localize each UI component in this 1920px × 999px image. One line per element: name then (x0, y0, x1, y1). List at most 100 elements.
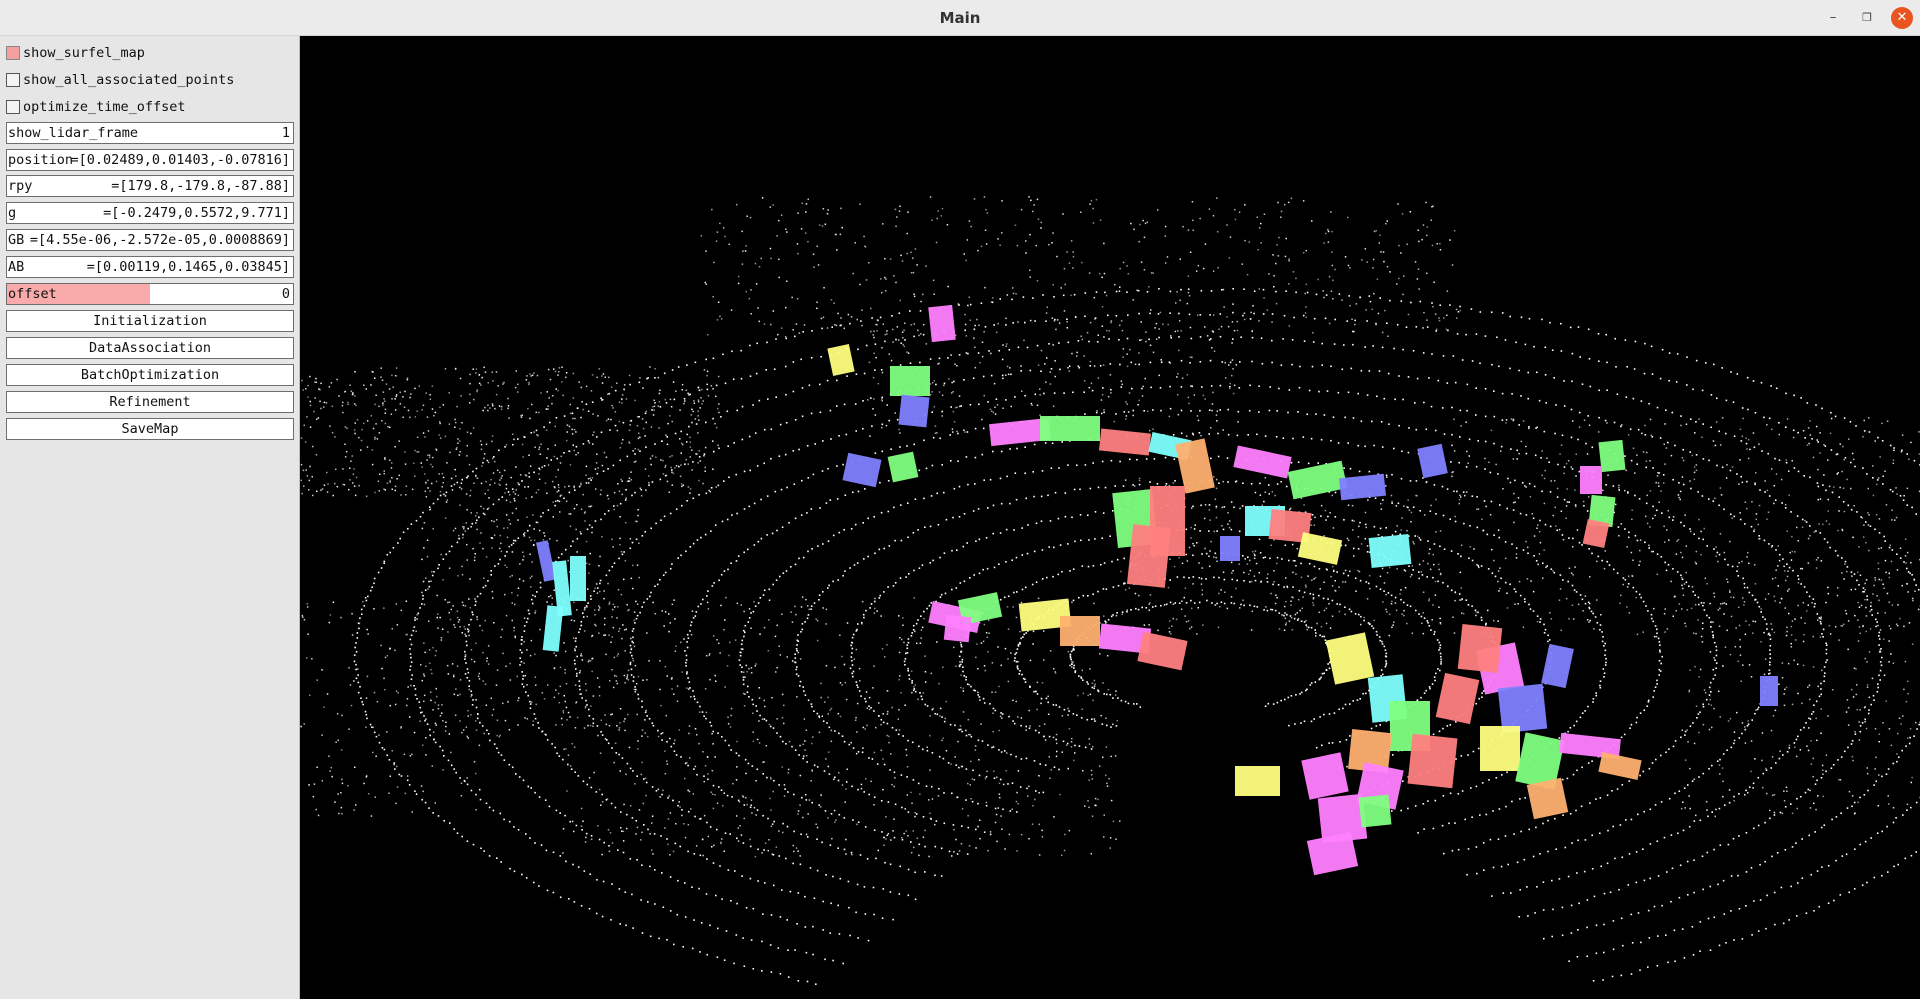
lidar-point (1724, 804, 1726, 806)
show-surfel-map-checkbox[interactable]: show_surfel_map (6, 44, 296, 64)
position-field[interactable]: position =[0.02489,0.01403,-0.07816] (6, 149, 294, 171)
field-value[interactable]: =[179.8,-179.8,-87.88] (111, 178, 290, 194)
lidar-point (904, 658, 907, 660)
checkbox-box[interactable] (6, 46, 20, 60)
lidar-point (1853, 801, 1856, 804)
lidar-point (466, 735, 468, 738)
lidar-point (1640, 400, 1643, 402)
lidar-point (1334, 491, 1337, 494)
data-association-button[interactable]: DataAssociation (6, 337, 294, 359)
lidar-point (1691, 780, 1694, 782)
lidar-point (442, 558, 445, 560)
lidar-point (926, 607, 928, 610)
lidar-point (1549, 491, 1552, 493)
lidar-point (572, 444, 574, 446)
lidar-point (1522, 549, 1525, 551)
lidar-point (1630, 818, 1633, 821)
lidar-point (1406, 604, 1409, 606)
lidar-point (1710, 626, 1712, 628)
lidar-point (549, 538, 551, 540)
lidar-point (1756, 708, 1759, 711)
lidar-point (395, 375, 397, 377)
maximize-icon[interactable]: ❐ (1856, 7, 1878, 29)
point-cloud-canvas[interactable] (300, 36, 1920, 999)
field-value[interactable]: =[4.55e-06,-2.572e-05,0.0008869] (30, 232, 290, 248)
field-value[interactable]: 1 (282, 125, 290, 141)
lidar-point (360, 697, 362, 699)
lidar-point (874, 552, 876, 555)
field-value[interactable]: =[0.00119,0.1465,0.03845] (87, 259, 290, 275)
lidar-point (688, 681, 691, 683)
optimize-time-offset-checkbox[interactable]: optimize_time_offset (6, 98, 296, 118)
minimize-icon[interactable]: – (1822, 7, 1844, 29)
lidar-point (1484, 468, 1486, 470)
lidar-point (1511, 393, 1513, 395)
lidar-point (936, 713, 939, 716)
3d-viewport[interactable] (300, 36, 1920, 999)
lidar-point (1764, 860, 1766, 863)
lidar-point (696, 539, 699, 541)
lidar-point (1708, 768, 1710, 770)
lidar-point (1475, 785, 1478, 788)
lidar-point (406, 378, 409, 381)
lidar-point (1647, 909, 1650, 912)
lidar-point (455, 475, 457, 477)
field-value[interactable]: =[-0.2479,0.5572,9.771] (103, 205, 290, 221)
batch-optimization-button[interactable]: BatchOptimization (6, 364, 294, 386)
field-value[interactable]: =[0.02489,0.01403,-0.07816] (71, 152, 290, 168)
lidar-point (1076, 714, 1078, 716)
lidar-point (1400, 598, 1402, 601)
checkbox-box[interactable] (6, 73, 20, 87)
lidar-point (1300, 722, 1302, 724)
lidar-point (410, 661, 413, 663)
lidar-point (1778, 422, 1780, 424)
lidar-point (1636, 463, 1638, 465)
lidar-point (508, 494, 511, 496)
lidar-point (1769, 649, 1771, 651)
lidar-point (1666, 871, 1668, 873)
lidar-point (461, 573, 464, 576)
lidar-point (908, 573, 910, 575)
lidar-point (787, 949, 789, 951)
lidar-point (1333, 712, 1336, 714)
lidar-point (453, 675, 455, 678)
lidar-point (1795, 738, 1798, 741)
lidar-point (1013, 529, 1015, 531)
lidar-point (477, 713, 479, 716)
initialization-button[interactable]: Initialization (6, 310, 294, 332)
gyro-bias-field[interactable]: GB =[4.55e-06,-2.572e-05,0.0008869] (6, 229, 294, 251)
refinement-button[interactable]: Refinement (6, 391, 294, 413)
lidar-point (611, 566, 614, 568)
lidar-point (441, 628, 444, 630)
rpy-field[interactable]: rpy =[179.8,-179.8,-87.88] (6, 175, 294, 197)
checkbox-box[interactable] (6, 100, 20, 114)
lidar-point (1102, 387, 1104, 389)
gravity-field[interactable]: g =[-0.2479,0.5572,9.771] (6, 202, 294, 224)
lidar-point (478, 382, 481, 385)
lidar-point (842, 463, 844, 466)
lidar-point (1893, 447, 1895, 449)
lidar-point (1289, 615, 1292, 617)
save-map-button[interactable]: SaveMap (6, 418, 294, 440)
lidar-point (659, 389, 661, 391)
lidar-point (969, 303, 972, 306)
lidar-point (1153, 458, 1156, 460)
lidar-point (1032, 471, 1034, 473)
lidar-point (482, 547, 484, 550)
lidar-point (1547, 819, 1549, 822)
close-icon[interactable]: ✕ (1891, 7, 1913, 29)
show-lidar-frame-field[interactable]: show_lidar_frame 1 (6, 122, 294, 144)
lidar-point (1247, 556, 1249, 558)
offset-slider[interactable]: offset 0 (6, 283, 294, 305)
lidar-point (375, 735, 378, 738)
lidar-point (1662, 474, 1665, 476)
show-all-associated-points-checkbox[interactable]: show_all_associated_points (6, 71, 296, 91)
lidar-point (1554, 817, 1556, 820)
lidar-point (711, 585, 714, 587)
accel-bias-field[interactable]: AB =[0.00119,0.1465,0.03845] (6, 256, 294, 278)
lidar-point (1201, 553, 1203, 555)
lidar-point (538, 885, 540, 887)
lidar-point (1702, 888, 1704, 891)
lidar-point (1451, 406, 1453, 409)
lidar-point (689, 446, 692, 448)
